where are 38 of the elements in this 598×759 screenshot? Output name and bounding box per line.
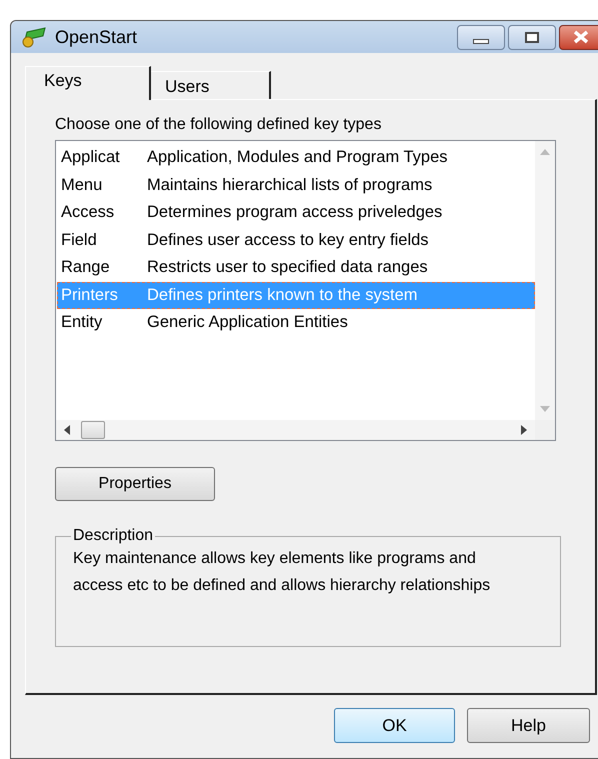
key-cell-text: Range: [60, 257, 111, 278]
description-cell-text: Application, Modules and Program Types: [147, 147, 448, 168]
description-cell-text: Maintains hierarchical lists of programs: [147, 174, 432, 196]
horizontal-scrollbar[interactable]: [56, 420, 535, 440]
description-text: Key maintenance allows key elements like programs and access etc to be defined and allows hierarchy relationships: [73, 549, 492, 596]
scrollbar-corner: [535, 420, 555, 440]
tab[interactable]: Keys: [25, 66, 151, 100]
list-row[interactable]: Menu Maintains hierarchical lists of programs: [57, 172, 535, 199]
description-cell-text: Determines program access priveledges: [147, 202, 442, 224]
scroll-left-icon[interactable]: [64, 425, 70, 435]
window-title: OpenStart: [55, 26, 138, 49]
list-row[interactable]: Field Defines user access to key entry fields: [57, 226, 535, 254]
description-cell-text: Restricts user to specified data ranges: [147, 257, 428, 278]
close-icon: [572, 30, 590, 44]
list-row[interactable]: Applicat Application, Modules and Program Types: [57, 144, 535, 172]
dialog-button[interactable]: OK: [334, 708, 455, 743]
description-cell-text: Defines printers known to the system: [147, 284, 418, 306]
list-row[interactable]: Entity Generic Application Entities: [57, 309, 535, 336]
key-cell-text: Printers: [60, 284, 119, 306]
key-cell-text: Access: [60, 202, 116, 224]
maximize-button[interactable]: [508, 24, 556, 50]
minimize-button[interactable]: [457, 24, 505, 50]
dialog-button[interactable]: Help: [467, 708, 590, 743]
group-legend: Description: [71, 527, 156, 545]
key-cell-text: Entity: [60, 312, 104, 334]
list-row[interactable]: Access Determines program access priveledges: [57, 199, 535, 226]
description-cell-text: Generic Application Entities: [147, 312, 348, 334]
list-caption: Choose one of the following defined key types: [55, 115, 382, 135]
list-row[interactable]: Range Restricts user to specified data ranges: [57, 254, 535, 282]
scroll-thumb[interactable]: [81, 421, 105, 439]
description-cell-text: Defines user access to key entry fields: [147, 230, 429, 251]
key-cell-text: Applicat: [60, 147, 121, 168]
key-cell-text: Menu: [60, 174, 104, 196]
properties-button[interactable]: Properties: [55, 467, 215, 501]
scroll-right-icon[interactable]: [521, 425, 527, 435]
tab[interactable]: Users: [151, 71, 271, 99]
key-cell-text: Field: [60, 230, 98, 251]
close-button[interactable]: [559, 24, 598, 50]
